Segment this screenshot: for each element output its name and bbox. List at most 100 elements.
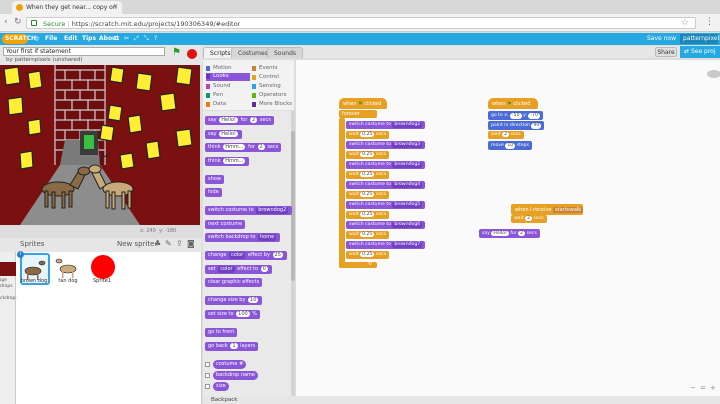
- script3-wait-block[interactable]: wait 2 secs: [511, 215, 547, 223]
- choose-sprite-library-icon[interactable]: ♣: [154, 239, 161, 248]
- url-field[interactable]: Secure | https://scratch.mit.edu/project…: [26, 17, 696, 29]
- palette-clear-effects-block[interactable]: clear graphic effects: [205, 278, 263, 287]
- script2-wait-block[interactable]: wait 2 secs: [488, 131, 524, 139]
- script1-switch-costume-block[interactable]: switch costume to browndog6: [346, 221, 426, 229]
- backpack-bar[interactable]: Backpack: [203, 396, 720, 404]
- category-control[interactable]: Control: [252, 74, 279, 80]
- category-operators[interactable]: Operators: [252, 92, 286, 98]
- script1-wait-block[interactable]: wait 0.25 secs: [346, 231, 389, 239]
- browser-tab[interactable]: When they get near... copy on ✕: [12, 1, 122, 14]
- stage-label-2: drops: [0, 284, 13, 289]
- palette-say-for-block[interactable]: say Hello! for 2 secs: [205, 116, 274, 125]
- bookmark-star-icon[interactable]: ☆: [681, 18, 689, 28]
- project-byline: by patternpixels (unshared): [6, 57, 83, 63]
- shrink-icon[interactable]: ⤡: [144, 35, 149, 43]
- palette-size-reporter[interactable]: size: [213, 382, 229, 391]
- category-more-blocks[interactable]: More Blocks: [252, 101, 292, 107]
- backdrop-name-checkbox[interactable]: [205, 373, 210, 378]
- help-icon[interactable]: ?: [154, 35, 157, 42]
- palette-switch-backdrop-block[interactable]: switch backdrop to home: [205, 233, 281, 242]
- tan-dog-thumb-icon: [55, 258, 77, 278]
- sprites-label: Sprites: [20, 240, 45, 248]
- green-flag-icon[interactable]: ⚑: [172, 48, 181, 58]
- paint-sprite-icon[interactable]: ✎: [165, 239, 172, 248]
- zoom-out-icon[interactable]: −: [690, 384, 696, 392]
- browser-tab-bar: When they get near... copy on ✕: [0, 0, 720, 14]
- script1-wait-block[interactable]: wait 0.25 secs: [346, 211, 389, 219]
- palette-set-size-block[interactable]: set size to 100 %: [205, 310, 261, 319]
- delete-icon[interactable]: ✂: [124, 35, 129, 42]
- grow-icon[interactable]: ⤢: [134, 35, 139, 43]
- palette-hide-block[interactable]: hide: [205, 188, 222, 197]
- close-tab-icon[interactable]: ✕: [113, 3, 118, 10]
- palette-change-effect-block[interactable]: change color effect by 25: [205, 251, 287, 260]
- camera-sprite-icon[interactable]: ◙: [187, 239, 195, 248]
- script1-switch-costume-block[interactable]: switch costume to browndog3: [346, 141, 426, 149]
- script4-say-for-block[interactable]: say Hello! for 2 secs: [479, 229, 540, 238]
- script1-wait-block[interactable]: wait 0.25 secs: [346, 251, 389, 259]
- palette-say-block[interactable]: say Hello!: [205, 130, 242, 139]
- category-motion[interactable]: Motion: [206, 65, 232, 71]
- script1-wait-block[interactable]: wait 0.25 secs: [346, 131, 389, 139]
- zoom-reset-icon[interactable]: =: [700, 384, 706, 392]
- share-button[interactable]: Share: [655, 47, 677, 57]
- palette-costume-num-reporter[interactable]: costume #: [213, 360, 247, 369]
- zoom-in-icon[interactable]: +: [710, 384, 716, 392]
- category-sensing[interactable]: Sensing: [252, 83, 281, 89]
- script3-when-receive-hat[interactable]: when I receive startowalk: [511, 204, 584, 215]
- scratch-logo[interactable]: SCRATCH: [2, 34, 36, 44]
- category-data[interactable]: Data: [206, 101, 226, 107]
- script1-wait-block[interactable]: wait 0.25 secs: [346, 151, 389, 159]
- reload-icon[interactable]: ↻: [14, 17, 22, 27]
- category-looks[interactable]: Looks: [206, 73, 250, 81]
- palette-change-size-block[interactable]: change size by 10: [205, 296, 263, 305]
- user-badge[interactable]: patternpixels: [680, 34, 720, 44]
- tab-sounds[interactable]: Sounds: [267, 47, 304, 58]
- stage-scene: [0, 65, 200, 225]
- upload-sprite-icon[interactable]: ⇪: [176, 239, 183, 248]
- palette-set-effect-block[interactable]: set color effect to 0: [205, 265, 272, 274]
- category-events[interactable]: Events: [252, 65, 278, 71]
- menu-edit[interactable]: Edit: [64, 35, 77, 42]
- stop-icon[interactable]: [187, 49, 197, 59]
- script2-move-block[interactable]: move 10 steps: [488, 141, 532, 150]
- script2-when-flag-hat[interactable]: when ⚑ clicked: [488, 98, 538, 109]
- stage-label-1: ige: [0, 278, 7, 283]
- back-arrow-icon[interactable]: ‹: [4, 17, 8, 27]
- palette-scrollbar[interactable]: [291, 111, 295, 396]
- menu-globe-icon[interactable]: ◎: [34, 35, 39, 42]
- costume-num-checkbox[interactable]: [205, 362, 210, 367]
- script1-switch-costume-block[interactable]: switch costume to browndog2: [346, 121, 426, 129]
- palette-backdrop-name-reporter[interactable]: backdrop name: [213, 371, 259, 380]
- category-sound[interactable]: Sound: [206, 83, 230, 89]
- script1-wait-block[interactable]: wait 0.25 secs: [346, 171, 389, 179]
- script1-wait-block[interactable]: wait 0.25 secs: [346, 191, 389, 199]
- project-title-input[interactable]: Your first if statement: [3, 47, 165, 56]
- duplicate-icon[interactable]: ⧉: [114, 35, 118, 43]
- palette-next-costume-block[interactable]: next costume: [205, 220, 246, 229]
- menu-tips[interactable]: Tips: [82, 35, 96, 42]
- script1-switch-costume-block[interactable]: switch costume to browndog2: [346, 161, 426, 169]
- sprite-info-icon[interactable]: i: [17, 251, 24, 258]
- palette-show-block[interactable]: show: [205, 175, 224, 184]
- brown-dog-preview-icon: [707, 70, 720, 78]
- palette-think-block[interactable]: think Hmm...: [205, 157, 250, 166]
- stage-canvas[interactable]: [0, 65, 200, 225]
- palette-think-for-block[interactable]: think Hmm... for 2 secs: [205, 143, 282, 152]
- menu-file[interactable]: File: [45, 35, 57, 42]
- palette-switch-costume-block[interactable]: switch costume to browndog2: [205, 206, 293, 215]
- category-selector: Motion Looks Sound Pen Data Events Contr…: [203, 60, 294, 110]
- script1-switch-costume-block[interactable]: switch costume to browndog4: [346, 181, 426, 189]
- palette-go-back-block[interactable]: go back 1 layers: [205, 342, 259, 351]
- script1-switch-costume-block[interactable]: switch costume to browndog7: [346, 241, 426, 249]
- size-checkbox[interactable]: [205, 384, 210, 389]
- script2-goto-block[interactable]: go to x: -50 y: -70: [488, 111, 543, 120]
- category-pen[interactable]: Pen: [206, 92, 223, 98]
- script1-switch-costume-block[interactable]: switch costume to browndog5: [346, 201, 426, 209]
- save-now-link[interactable]: Save now: [647, 35, 676, 42]
- see-project-page-button[interactable]: ⇄ See proj: [680, 46, 720, 58]
- script2-point-direction-block[interactable]: point in direction 90: [488, 121, 545, 130]
- script1-when-flag-hat[interactable]: when ⚑ clicked: [339, 98, 387, 109]
- browser-menu-icon[interactable]: ⋮: [705, 17, 714, 27]
- palette-go-front-block[interactable]: go to front: [205, 328, 238, 337]
